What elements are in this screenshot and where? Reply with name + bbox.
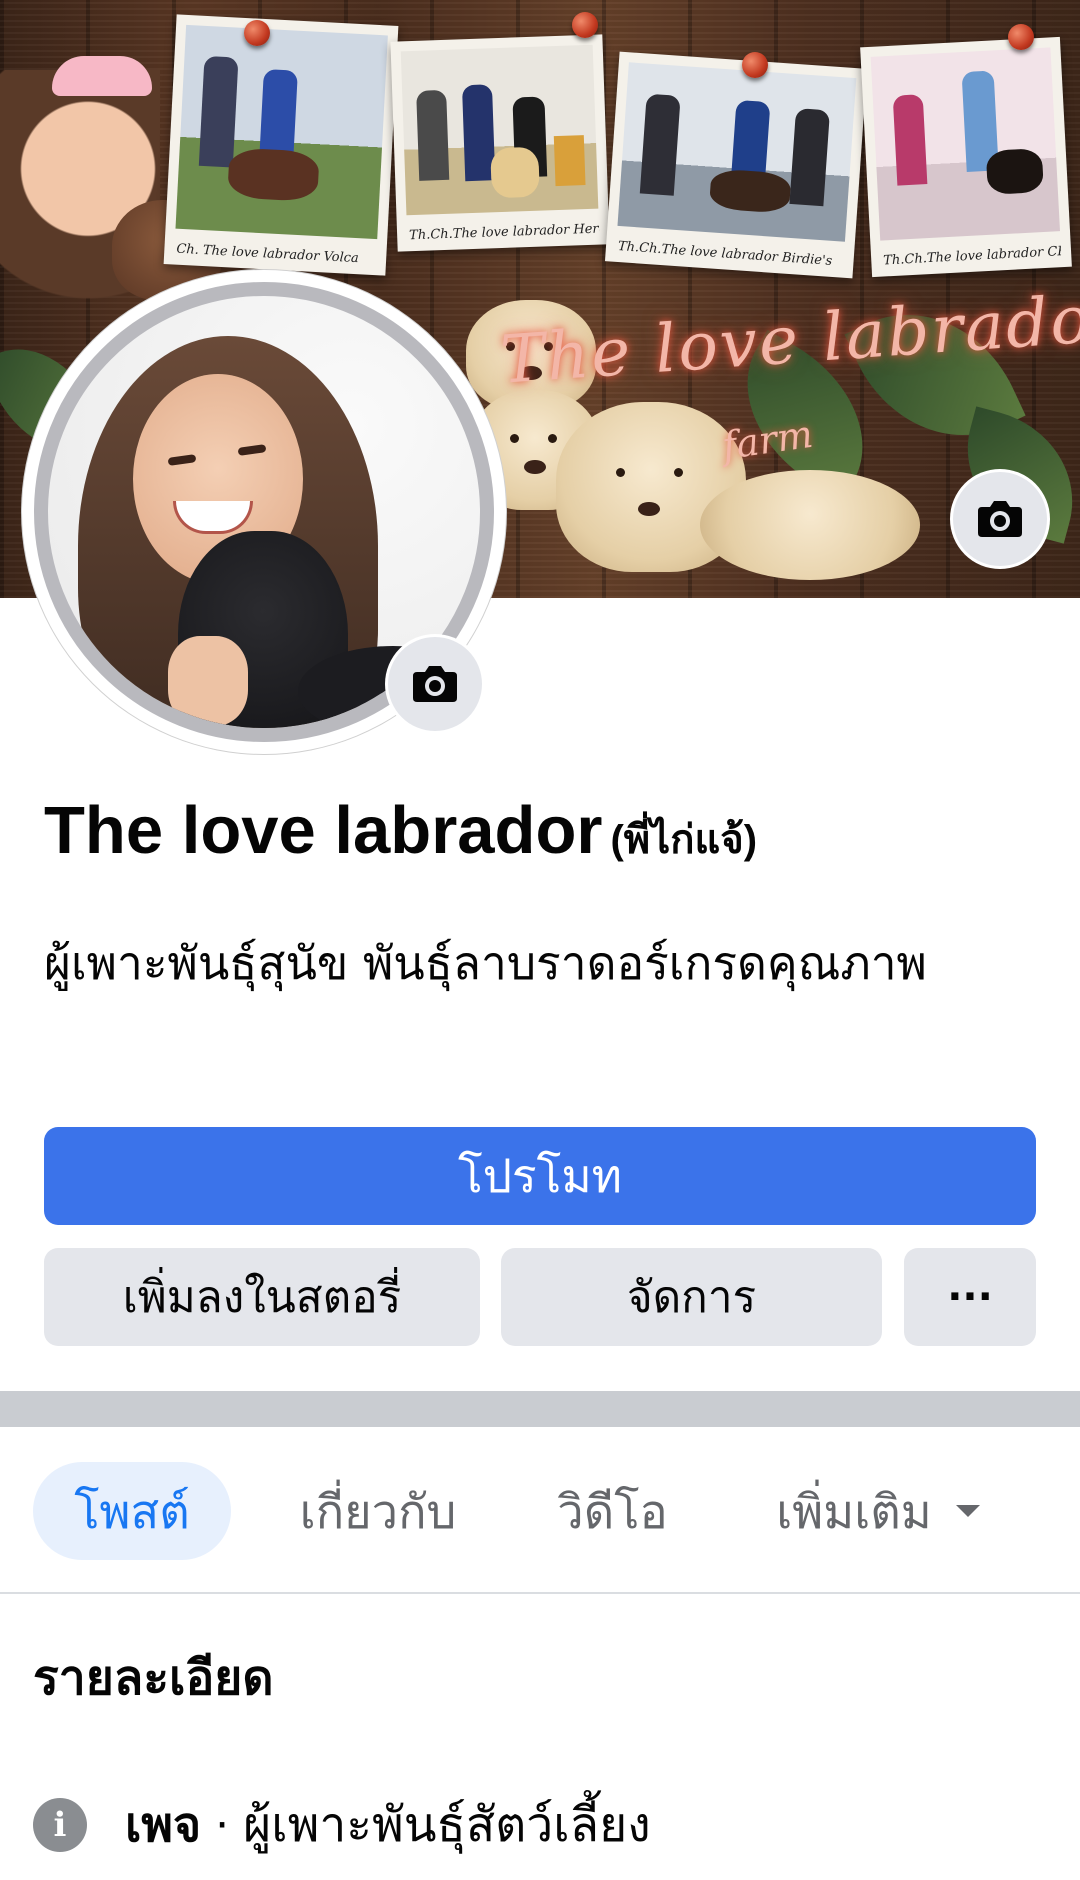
tabs-divider bbox=[0, 1592, 1080, 1594]
cover-photo-card: Ch. The love labrador Volca bbox=[163, 14, 399, 276]
details-item-category: i เพจ · ผู้เพาะพันธุ์สัตว์เลี้ยง bbox=[33, 1790, 651, 1860]
section-divider bbox=[0, 1391, 1080, 1427]
camera-icon bbox=[978, 501, 1022, 537]
more-options-button[interactable]: ··· bbox=[904, 1248, 1036, 1346]
cover-photo-card: Th.Ch.The love labrador Hercules bbox=[390, 34, 610, 252]
avatar-hand bbox=[168, 636, 248, 726]
details-item-value: ผู้เพาะพันธุ์สัตว์เลี้ยง bbox=[243, 1797, 651, 1853]
cover-puppy-body bbox=[700, 470, 920, 580]
cover-photo-caption: Th.Ch.The love labrador CHOPP bbox=[882, 244, 1062, 269]
promote-button[interactable]: โปรโมท bbox=[44, 1127, 1036, 1225]
page-nickname: (พี่ไก่แจ้) bbox=[610, 818, 758, 862]
edit-cover-button[interactable] bbox=[953, 472, 1047, 566]
profile-tabs: โพสต์ เกี่ยวกับ วิดีโอ เพิ่มเติม bbox=[0, 1427, 1080, 1592]
camera-icon bbox=[413, 666, 457, 702]
tab-label: เกี่ยวกับ bbox=[299, 1484, 457, 1540]
tab-more[interactable]: เพิ่มเติม bbox=[752, 1462, 1004, 1560]
tab-videos[interactable]: วิดีโอ bbox=[540, 1462, 685, 1560]
cover-photo-card: Th.Ch.The love labrador Birdie's bbox=[604, 51, 868, 279]
page-name: The love labrador bbox=[44, 793, 603, 868]
info-icon: i bbox=[33, 1798, 87, 1852]
tab-about[interactable]: เกี่ยวกับ bbox=[278, 1462, 478, 1560]
pushpin-icon bbox=[742, 52, 768, 78]
edit-profile-picture-button[interactable] bbox=[388, 637, 482, 731]
caret-down-icon bbox=[955, 1505, 980, 1517]
pushpin-icon bbox=[244, 20, 270, 46]
details-heading: รายละเอียด bbox=[33, 1650, 274, 1706]
details-item-label: เพจ bbox=[125, 1797, 202, 1853]
pushpin-icon bbox=[1008, 24, 1034, 50]
cover-photo-caption: Ch. The love labrador Volca bbox=[176, 241, 360, 267]
manage-button[interactable]: จัดการ bbox=[501, 1248, 882, 1346]
cover-photo-caption: Th.Ch.The love labrador Hercules bbox=[408, 221, 600, 244]
cover-photo-card: Th.Ch.The love labrador CHOPP bbox=[860, 36, 1072, 278]
details-item-separator: · bbox=[215, 1799, 230, 1851]
tab-label: โพสต์ bbox=[74, 1484, 190, 1540]
pushpin-icon bbox=[572, 12, 598, 38]
tab-label: เพิ่มเติม bbox=[776, 1484, 932, 1540]
tab-posts[interactable]: โพสต์ bbox=[33, 1462, 231, 1560]
page-title: The love labrador (พี่ไก่แจ้) bbox=[44, 792, 757, 871]
add-to-story-button[interactable]: เพิ่มลงในสตอรี่ bbox=[44, 1248, 480, 1346]
tab-label: วิดีโอ bbox=[557, 1484, 668, 1540]
bunny-ears-headband bbox=[52, 56, 152, 96]
page-description: ผู้เพาะพันธุ์สุนัข พันธุ์ลาบราดอร์เกรดคุ… bbox=[44, 936, 927, 990]
